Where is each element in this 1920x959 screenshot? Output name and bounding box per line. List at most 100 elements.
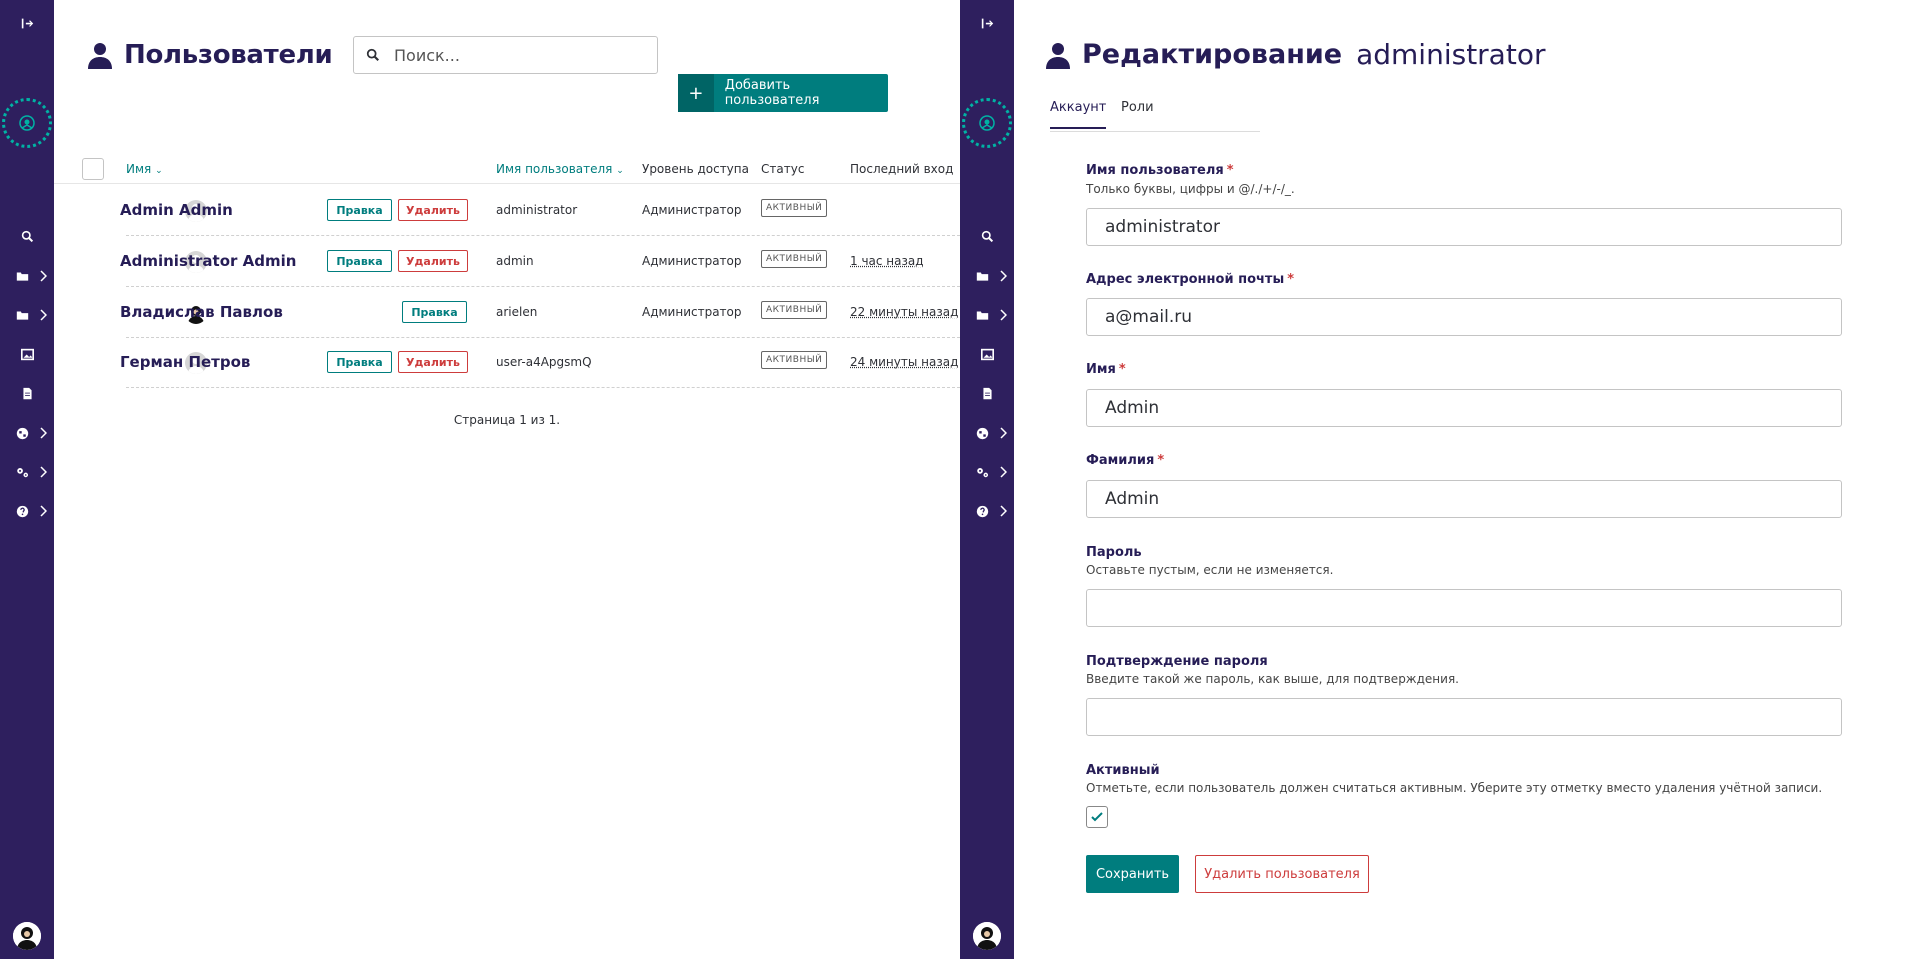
user-icon <box>13 922 41 950</box>
tab-roles[interactable]: Роли <box>1121 100 1154 127</box>
email-field[interactable] <box>1086 298 1842 336</box>
column-header-status: Статус <box>761 162 805 176</box>
logo-icon <box>19 115 35 131</box>
logo[interactable] <box>962 98 1012 148</box>
chevron-right-icon <box>40 270 47 282</box>
sidebar-images[interactable] <box>0 339 54 369</box>
plus-icon: + <box>678 74 714 112</box>
username-cell: arielen <box>496 305 538 319</box>
folder-icon <box>16 310 28 320</box>
active-checkbox[interactable] <box>1086 806 1108 828</box>
user-icon <box>1046 42 1070 69</box>
cogs-icon <box>976 467 988 477</box>
pagination: Страница 1 из 1. <box>453 413 561 427</box>
edit-title: Редактирование administrator <box>1046 38 1545 71</box>
account-avatar[interactable] <box>973 922 1001 950</box>
edit-button[interactable]: Правка <box>327 199 392 221</box>
add-user-button[interactable]: + Добавить пользователя <box>678 74 888 112</box>
edit-subject: administrator <box>1356 38 1546 71</box>
tabs: Аккаунт Роли <box>1050 98 1260 132</box>
active-label: Активный <box>1086 763 1160 778</box>
sidebar-settings[interactable] <box>960 457 1014 487</box>
edit-user-panel: Редактирование administrator Аккаунт Рол… <box>1014 0 1920 959</box>
expand-sidebar-button[interactable] <box>960 8 1014 38</box>
password-confirm-label: Подтверждение пароля <box>1086 654 1268 669</box>
column-header-username[interactable]: Имя пользователя ⌄ <box>496 162 624 176</box>
add-user-button-label: Добавить пользователя <box>724 78 820 108</box>
sidebar-search[interactable] <box>960 221 1014 251</box>
chevron-down-icon: ⌄ <box>155 166 163 176</box>
user-name[interactable]: Владислав Павлов <box>120 303 283 321</box>
last-name-field[interactable] <box>1086 480 1842 518</box>
user-name[interactable]: Герман Петров <box>120 353 250 371</box>
delete-button[interactable]: Удалить <box>398 351 468 373</box>
delete-button[interactable]: Удалить <box>398 199 468 221</box>
user-name[interactable]: Administrator Admin <box>120 252 296 270</box>
sidebar-help[interactable] <box>960 496 1014 526</box>
search-box[interactable] <box>353 36 658 74</box>
document-icon <box>982 387 992 399</box>
users-list-panel: Пользователи + Добавить пользователя Имя… <box>54 0 960 959</box>
status-badge: АКТИВНЫЙ <box>761 199 828 217</box>
tab-account[interactable]: Аккаунт <box>1050 100 1107 129</box>
sidebar-snippets[interactable] <box>0 300 54 330</box>
table-row: Administrator Admin Правка Удалить admin… <box>120 236 960 287</box>
chevron-right-icon <box>1000 270 1007 282</box>
logo[interactable] <box>2 98 52 148</box>
select-all-checkbox[interactable] <box>82 158 104 180</box>
active-help: Отметьте, если пользователь должен счита… <box>1086 781 1823 795</box>
globe-icon <box>16 427 28 439</box>
sidebar-sites[interactable] <box>0 418 54 448</box>
sidebar-help[interactable] <box>0 496 54 526</box>
sidebar-pages[interactable] <box>960 261 1014 291</box>
sidebar-documents[interactable] <box>960 378 1014 408</box>
first-name-field[interactable] <box>1086 389 1842 427</box>
document-icon <box>22 387 32 399</box>
column-header-access: Уровень доступа <box>642 162 749 176</box>
username-field[interactable] <box>1086 208 1842 246</box>
access-cell: Администратор <box>642 203 742 217</box>
cogs-icon <box>16 467 28 477</box>
column-header-name[interactable]: Имя ⌄ <box>126 162 163 176</box>
search-icon <box>21 230 33 242</box>
sidebar-documents[interactable] <box>0 378 54 408</box>
sidebar-snippets[interactable] <box>960 300 1014 330</box>
sidebar-right <box>960 0 1014 959</box>
expand-icon <box>21 18 33 28</box>
chevron-right-icon <box>1000 466 1007 478</box>
password-help: Оставьте пустым, если не изменяется. <box>1086 563 1334 577</box>
folder-icon <box>16 271 28 281</box>
username-cell: administrator <box>496 203 578 217</box>
edit-button[interactable]: Правка <box>327 351 392 373</box>
save-button[interactable]: Сохранить <box>1086 855 1179 893</box>
chevron-right-icon <box>40 427 47 439</box>
chevron-right-icon <box>1000 309 1007 321</box>
table-row: Владислав Павлов Правка arielen Админист… <box>120 287 960 338</box>
edit-button[interactable]: Правка <box>402 301 467 323</box>
sidebar-sites[interactable] <box>960 418 1014 448</box>
sidebar-pages[interactable] <box>0 261 54 291</box>
column-header-last-login: Последний вход <box>850 162 954 176</box>
sidebar-images[interactable] <box>960 339 1014 369</box>
last-name-label: Фамилия * <box>1086 453 1165 468</box>
expand-sidebar-button[interactable] <box>0 8 54 38</box>
page-title: Пользователи <box>88 40 333 70</box>
last-login-cell: 24 минуты назад <box>850 355 959 369</box>
sidebar-settings[interactable] <box>0 457 54 487</box>
last-login-cell: 1 час назад <box>850 254 924 268</box>
folder-icon <box>976 310 988 320</box>
table-header: Имя ⌄ Имя пользователя ⌄ Уровень доступа… <box>54 152 960 184</box>
sidebar-search[interactable] <box>0 221 54 251</box>
access-cell: Администратор <box>642 254 742 268</box>
password-field[interactable] <box>1086 589 1842 627</box>
user-name[interactable]: Admin Admin <box>120 201 233 219</box>
account-avatar[interactable] <box>13 922 41 950</box>
last-login-cell: 22 минуты назад <box>850 305 959 319</box>
password-confirm-field[interactable] <box>1086 698 1842 736</box>
delete-user-button[interactable]: Удалить пользователя <box>1195 855 1369 893</box>
edit-button[interactable]: Правка <box>327 250 392 272</box>
chevron-right-icon <box>1000 427 1007 439</box>
search-input[interactable] <box>394 45 644 65</box>
delete-button[interactable]: Удалить <box>398 250 468 272</box>
image-icon <box>980 348 994 360</box>
